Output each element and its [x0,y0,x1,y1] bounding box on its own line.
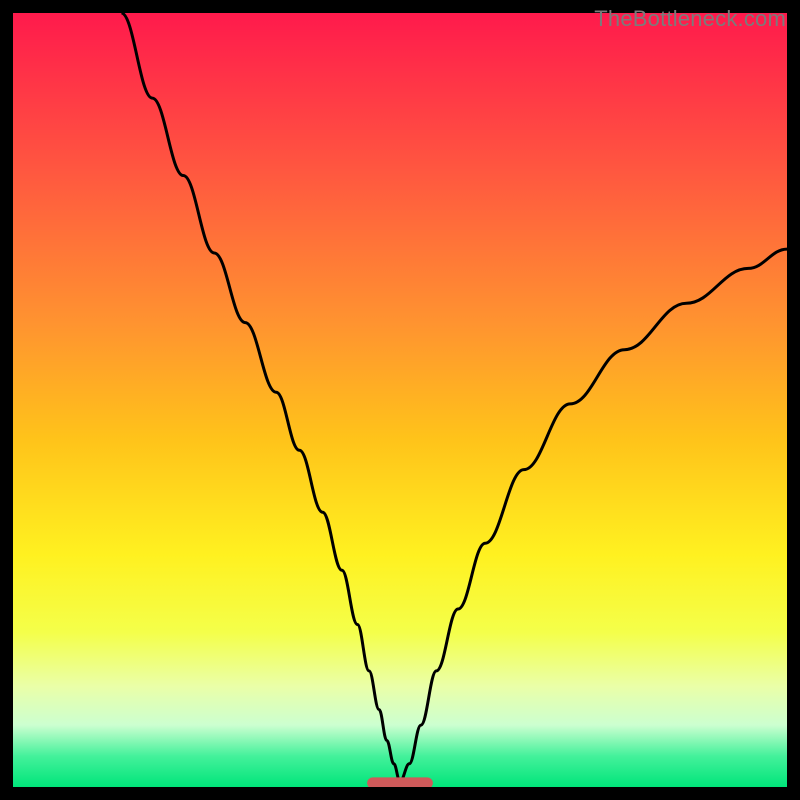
chart-svg [13,13,787,787]
baseline-marker [367,777,433,787]
watermark-text: TheBottleneck.com [594,6,786,32]
chart-container [13,13,787,787]
chart-background [13,13,787,787]
